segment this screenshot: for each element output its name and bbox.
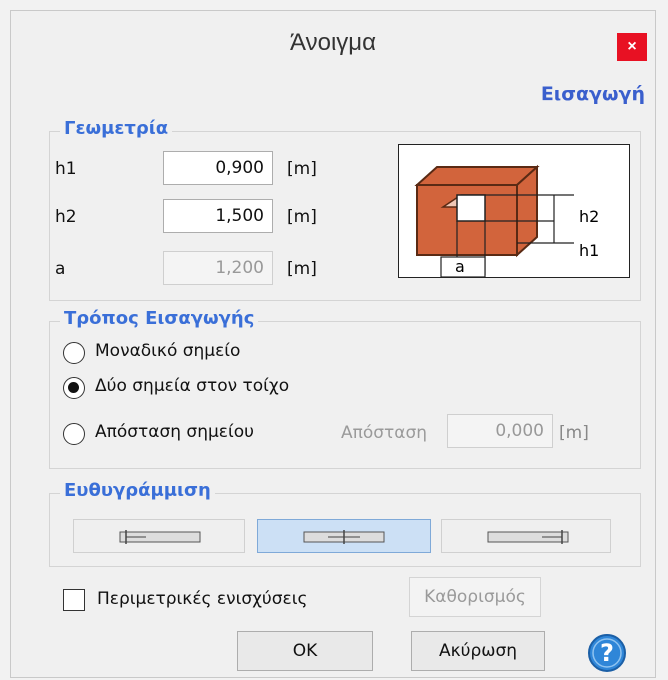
dialog-window: Άνοιγμα × Εισαγωγή Γεωμετρία h1 0,900 [m… <box>10 10 656 678</box>
reinforcement-label[interactable]: Περιμετρικές ενισχύσεις <box>97 589 307 609</box>
distance-label: Απόσταση <box>341 423 428 443</box>
diagram-label-h2: h2 <box>579 207 600 226</box>
radio-single-point-button[interactable] <box>63 342 85 364</box>
reinforcement-checkbox[interactable] <box>63 589 85 611</box>
distance-input: 0,000 <box>447 414 553 448</box>
h1-unit: [m] <box>287 159 317 179</box>
cancel-button[interactable]: Ακύρωση <box>411 631 545 671</box>
input-mode-group-title: Τρόπος Εισαγωγής <box>60 308 259 329</box>
h1-input[interactable]: 0,900 <box>163 151 273 185</box>
alignment-group-title: Ευθυγράμμιση <box>60 480 215 501</box>
radio-distance-label[interactable]: Απόσταση σημείου <box>95 422 254 442</box>
opening-hole <box>456 194 486 222</box>
align-center-button[interactable] <box>257 519 431 553</box>
help-icon[interactable]: ? <box>587 633 627 673</box>
radio-single-point-label[interactable]: Μοναδικό σημείο <box>95 341 240 361</box>
diagram-label-h1: h1 <box>579 241 600 260</box>
dialog-title: Άνοιγμα <box>290 29 376 56</box>
opening-diagram: h2 h1 a <box>398 144 630 278</box>
radio-two-points-button[interactable] <box>63 377 85 399</box>
h2-input[interactable]: 1,500 <box>163 199 273 233</box>
align-right-button[interactable] <box>441 519 611 553</box>
h1-label: h1 <box>55 159 77 179</box>
align-left-button[interactable] <box>73 519 245 553</box>
a-label: a <box>55 259 66 279</box>
a-input: 1,200 <box>163 251 273 285</box>
geometry-group-title: Γεωμετρία <box>60 118 173 139</box>
radio-distance-button[interactable] <box>63 423 85 445</box>
radio-two-points-label[interactable]: Δύο σημεία στον τοίχο <box>95 376 289 396</box>
section-subtitle: Εισαγωγή <box>540 83 645 105</box>
svg-text:?: ? <box>600 639 614 667</box>
a-unit: [m] <box>287 259 317 279</box>
distance-unit: [m] <box>559 423 589 443</box>
define-button: Καθορισμός <box>409 577 541 617</box>
h2-label: h2 <box>55 207 77 227</box>
h2-unit: [m] <box>287 207 317 227</box>
diagram-label-a: a <box>455 257 465 276</box>
close-button[interactable]: × <box>617 33 647 61</box>
ok-button[interactable]: OK <box>237 631 373 671</box>
title-bar[interactable]: Άνοιγμα × <box>11 11 655 79</box>
